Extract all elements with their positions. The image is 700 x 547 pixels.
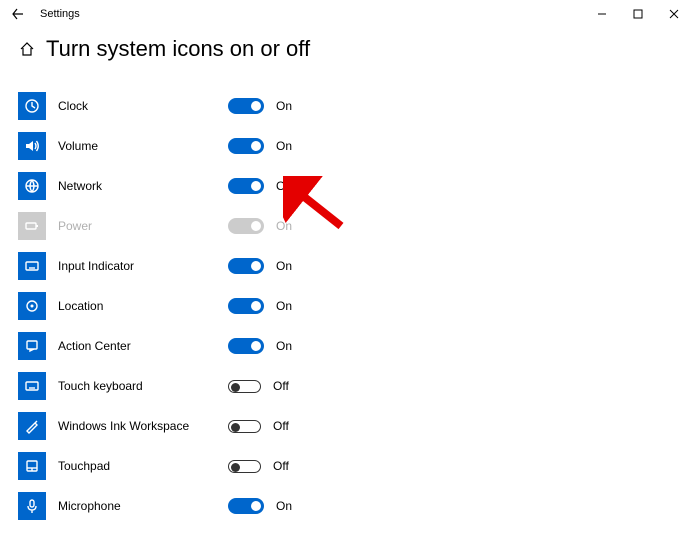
row-microphone: Microphone On [18,486,682,526]
toggle-group-microphone: On [228,498,292,514]
toggle-touch-keyboard[interactable] [228,380,261,393]
row-input-indicator: Input Indicator On [18,246,682,286]
label-power: Power [58,219,208,233]
label-clock: Clock [58,99,208,113]
label-windows-ink: Windows Ink Workspace [58,419,208,433]
toggle-microphone[interactable] [228,498,264,514]
toggle-state-microphone: On [276,499,292,513]
label-volume: Volume [58,139,208,153]
toggle-group-input-indicator: On [228,258,292,274]
toggle-input-indicator[interactable] [228,258,264,274]
page-header: Turn system icons on or off [0,28,700,68]
close-button[interactable] [656,2,692,26]
toggle-state-network: On [276,179,292,193]
toggle-group-power: On [228,218,292,234]
row-network: Network On [18,166,682,206]
toggle-volume[interactable] [228,138,264,154]
row-windows-ink: Windows Ink Workspace Off [18,406,682,446]
ink-icon [18,412,46,440]
label-input-indicator: Input Indicator [58,259,208,273]
toggle-group-volume: On [228,138,292,154]
toggle-state-location: On [276,299,292,313]
network-icon [18,172,46,200]
toggle-group-touchpad: Off [228,459,289,473]
row-action-center: Action Center On [18,326,682,366]
row-volume: Volume On [18,126,682,166]
window-title: Settings [40,8,80,20]
microphone-icon [18,492,46,520]
toggle-state-action-center: On [276,339,292,353]
toggle-state-windows-ink: Off [273,419,289,433]
row-location: Location On [18,286,682,326]
label-touch-keyboard: Touch keyboard [58,379,208,393]
toggle-state-touchpad: Off [273,459,289,473]
toggle-action-center[interactable] [228,338,264,354]
toggle-state-input-indicator: On [276,259,292,273]
label-microphone: Microphone [58,499,208,513]
row-clock: Clock On [18,86,682,126]
row-power: Power On [18,206,682,246]
minimize-button[interactable] [584,2,620,26]
toggle-touchpad[interactable] [228,460,261,473]
clock-icon [18,92,46,120]
label-touchpad: Touchpad [58,459,208,473]
input-icon [18,252,46,280]
label-action-center: Action Center [58,339,208,353]
volume-icon [18,132,46,160]
toggle-clock[interactable] [228,98,264,114]
toggle-windows-ink[interactable] [228,420,261,433]
keyboard-icon [18,372,46,400]
toggle-state-volume: On [276,139,292,153]
system-icons-list: ClockOnVolumeOnNetworkOnPowerOnInput Ind… [0,68,700,526]
toggle-state-clock: On [276,99,292,113]
maximize-button[interactable] [620,2,656,26]
toggle-group-clock: On [228,98,292,114]
toggle-state-touch-keyboard: Off [273,379,289,393]
toggle-group-network: On [228,178,292,194]
touchpad-icon [18,452,46,480]
row-touch-keyboard: Touch keyboard Off [18,366,682,406]
toggle-group-windows-ink: Off [228,419,289,433]
toggle-network[interactable] [228,178,264,194]
toggle-location[interactable] [228,298,264,314]
label-network: Network [58,179,208,193]
toggle-power [228,218,264,234]
toggle-group-location: On [228,298,292,314]
titlebar: Settings [0,0,700,28]
power-icon [18,212,46,240]
action-icon [18,332,46,360]
label-location: Location [58,299,208,313]
toggle-group-touch-keyboard: Off [228,379,289,393]
home-icon[interactable] [18,40,36,58]
page-title: Turn system icons on or off [46,36,310,62]
toggle-state-power: On [276,219,292,233]
location-icon [18,292,46,320]
toggle-group-action-center: On [228,338,292,354]
row-touchpad: Touchpad Off [18,446,682,486]
back-button[interactable] [8,4,28,24]
